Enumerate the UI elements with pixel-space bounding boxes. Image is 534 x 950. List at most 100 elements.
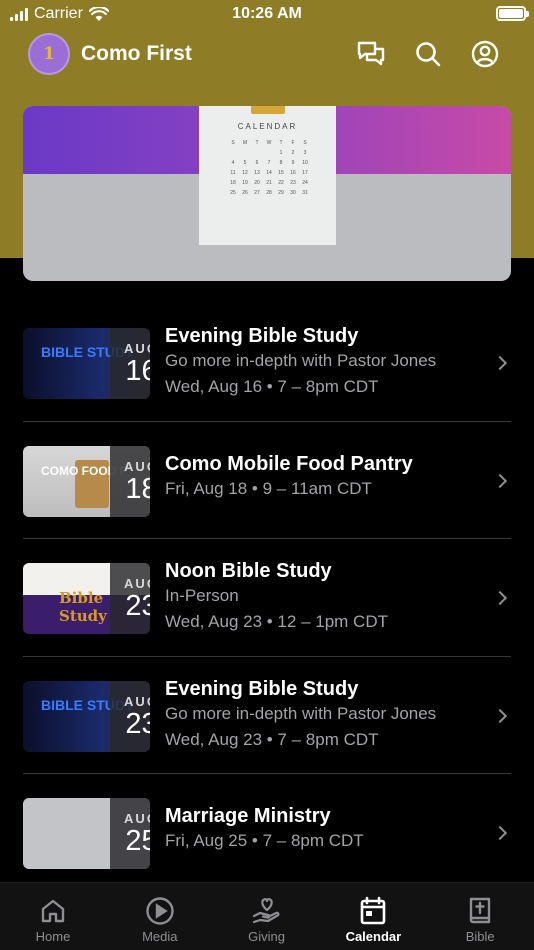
tab-media[interactable]: Media <box>107 895 213 944</box>
chevron-right-icon <box>492 473 508 488</box>
app-title: Como First <box>81 42 192 65</box>
church-logo-text: 1 <box>43 44 55 64</box>
event-day: 23 <box>125 590 150 622</box>
event-thumbnail: BIBLE STUDYAUG23 <box>23 680 150 752</box>
play-icon <box>107 895 213 927</box>
event-day: 23 <box>125 707 150 740</box>
event-row[interactable]: AUG25 Marriage Ministry Fri, Aug 25 • 7 – … <box>0 774 534 892</box>
banner-calendar-day: 22 <box>278 180 284 186</box>
event-day: 18 <box>125 472 150 505</box>
tab-home[interactable]: Home <box>0 895 106 944</box>
event-row[interactable]: Bible StudyAUG23 Noon Bible Study In-Perso… <box>0 539 534 657</box>
event-thumbnail: AUG25 <box>23 798 150 869</box>
banner-calendar-day: 23 <box>290 180 296 186</box>
banner-calendar-day: 5 <box>243 160 247 166</box>
event-row[interactable]: BIBLE STUDYAUG23 Evening Bible Study Go mo… <box>0 657 534 775</box>
event-list: BIBLE STUDYAUG16 Evening Bible Study Go mo… <box>0 304 534 892</box>
messages-icon[interactable] <box>355 38 387 70</box>
banner-calendar-title: CALENDAR <box>237 122 298 131</box>
calendar-icon <box>320 895 426 927</box>
tab-giving[interactable]: Giving <box>214 895 320 944</box>
banner-calendar-day: 8 <box>279 160 283 166</box>
event-time: Wed, Aug 23 • 12 – 1pm CDT <box>165 612 388 631</box>
banner-calendar-day: 31 <box>302 190 308 196</box>
event-date-badge: AUG23 <box>110 680 150 752</box>
event-month: AUG <box>124 458 150 474</box>
app-header: 1 Como First <box>28 33 508 75</box>
banner-calendar-day <box>263 150 275 156</box>
event-thumbnail: COMO FOOD PAUG18 <box>23 445 150 517</box>
calendar-banner[interactable]: CALENDAR S M T W T F S 1 2 3 4 5 6 7 8 9 10 11 12 13 14 15 16 1… <box>23 106 511 281</box>
search-icon[interactable] <box>412 38 444 70</box>
event-time: Fri, Aug 18 • 9 – 11am CDT <box>165 478 372 498</box>
banner-weekday-letter: F <box>291 140 295 146</box>
tab-label: Bible <box>465 929 495 944</box>
banner-calendar-day: 10 <box>302 160 308 166</box>
chevron-right-icon <box>492 355 508 371</box>
banner-calendar-day: 29 <box>278 190 284 196</box>
banner-calendar-day <box>239 150 251 156</box>
event-date-badge: AUG16 <box>110 328 150 399</box>
banner-calendar-day: 26 <box>242 190 248 196</box>
banner-calendar-day: 4 <box>231 160 235 166</box>
event-title: Como Mobile Food Pantry <box>165 452 413 475</box>
event-row[interactable]: COMO FOOD PAUG18 Como Mobile Food Pantry F… <box>0 422 534 540</box>
banner-calendar-day: 16 <box>290 170 296 176</box>
banner-weekday-letter: S <box>303 140 307 146</box>
event-thumbnail: Bible StudyAUG23 <box>23 563 150 634</box>
banner-weekday-letter: S <box>231 140 235 146</box>
church-logo[interactable]: 1 <box>28 33 70 75</box>
banner-weekday-letter: T <box>279 140 283 146</box>
event-subtitle: In-Person <box>165 586 239 605</box>
chevron-right-icon <box>492 708 508 723</box>
banner-calendar-day: 15 <box>278 170 284 176</box>
banner-calendar-day: 30 <box>290 190 296 196</box>
event-details: Evening Bible Study Go more in-depth with… <box>165 324 485 400</box>
banner-calendar-day: 14 <box>266 170 272 176</box>
tab-calendar[interactable]: Calendar <box>320 895 426 944</box>
banner-calendar-day: 9 <box>291 160 295 166</box>
event-month: AUG <box>124 576 150 591</box>
event-thumbnail: BIBLE STUDYAUG16 <box>23 328 150 399</box>
banner-calendar-day: 6 <box>255 160 259 166</box>
banner-calendar-day <box>227 150 239 156</box>
banner-calendar-day: 17 <box>302 170 308 176</box>
tab-bible[interactable]: Bible <box>427 895 533 944</box>
event-row[interactable]: BIBLE STUDYAUG16 Evening Bible Study Go mo… <box>0 304 534 422</box>
tab-label: Media <box>142 929 178 944</box>
event-subtitle: Go more in-depth with Pastor Jones <box>165 703 437 723</box>
status-time: 10:26 AM <box>232 5 302 22</box>
banner-calendar-day: 12 <box>242 170 248 176</box>
banner-calendar-day: 20 <box>254 180 260 186</box>
tab-label: Home <box>35 929 71 944</box>
event-date-badge: AUG18 <box>110 445 150 517</box>
tab-label: Giving <box>248 929 286 944</box>
banner-calendar-grid: S M T W T F S 1 2 3 4 5 6 7 8 9 10 11 12 13 14 15 16 17 18 19 20 21… <box>227 140 311 196</box>
chevron-right-icon <box>492 590 508 606</box>
banner-calendar-graphic: CALENDAR S M T W T F S 1 2 3 4 5 6 7 8 9 10 11 12 13 14 15 16 1… <box>199 106 336 245</box>
event-title: Noon Bible Study <box>165 560 332 582</box>
banner-calendar-day: 28 <box>266 190 272 196</box>
tab-label: Calendar <box>345 929 402 944</box>
event-details: Noon Bible Study In-Person Wed, Aug 23 • 1… <box>165 559 485 635</box>
banner-calendar-day: 11 <box>230 170 236 176</box>
status-bar: Carrier 10:26 AM <box>0 0 534 30</box>
event-details: Como Mobile Food Pantry Fri, Aug 18 • 9 –… <box>165 452 485 502</box>
banner-calendar-day <box>251 150 263 156</box>
event-title: Marriage Ministry <box>165 805 331 827</box>
banner-calendar-day: 13 <box>254 170 260 176</box>
event-day: 25 <box>125 825 150 857</box>
banner-weekday-letter: T <box>255 140 259 146</box>
tab-bar: Home Media Giving Calendar Bible <box>0 882 534 950</box>
chevron-right-icon <box>492 825 508 841</box>
giving-icon <box>214 895 320 927</box>
banner-calendar-day: 19 <box>242 180 248 186</box>
home-icon <box>0 895 106 927</box>
event-time: Wed, Aug 23 • 7 – 8pm CDT <box>165 729 379 749</box>
event-time: Wed, Aug 16 • 7 – 8pm CDT <box>165 377 379 396</box>
banner-weekday-letter: W <box>266 140 272 146</box>
event-title: Evening Bible Study <box>165 325 359 347</box>
profile-icon[interactable] <box>469 38 501 70</box>
banner-calendar-day: 18 <box>230 180 236 186</box>
banner-calendar-day: 7 <box>267 160 271 166</box>
